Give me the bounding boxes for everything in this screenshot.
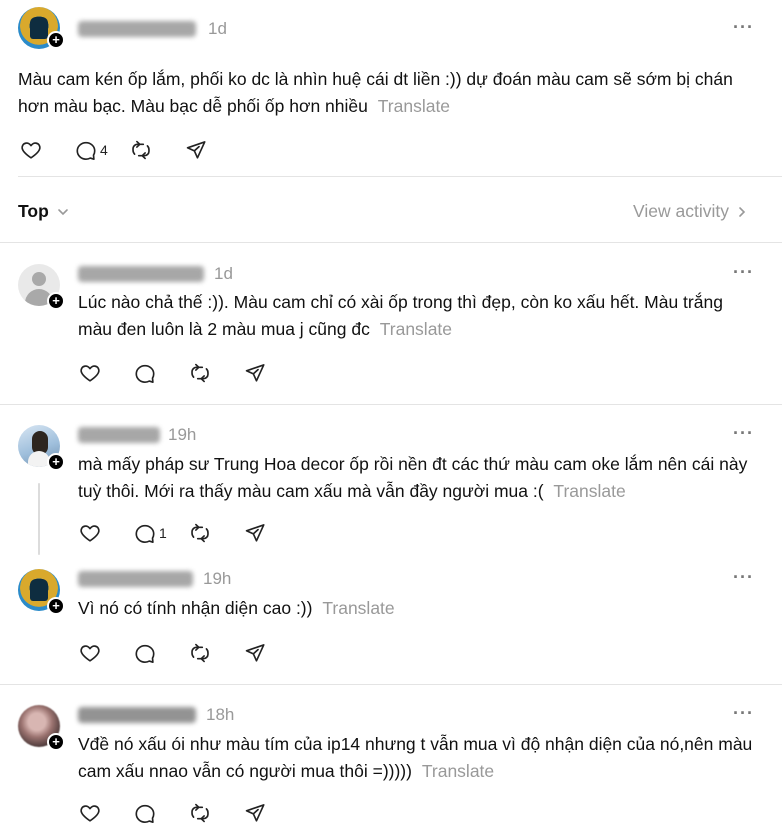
sort-label: Top <box>18 201 49 221</box>
follow-plus-icon[interactable]: + <box>47 733 65 751</box>
translate-link[interactable]: Translate <box>322 598 394 618</box>
repost-icon <box>189 642 211 664</box>
reply-actions <box>79 640 299 666</box>
username-blurred[interactable] <box>78 707 196 723</box>
post-actions: 4 <box>20 137 240 163</box>
repost-button[interactable] <box>189 362 244 384</box>
translate-link[interactable]: Translate <box>422 761 494 781</box>
reply-text: mà mấy pháp sư Trung Hoa decor ốp rồi nề… <box>78 454 748 501</box>
reply-actions <box>79 800 299 826</box>
heart-icon <box>79 802 101 824</box>
translate-link[interactable]: Translate <box>378 96 450 116</box>
reply-actions: 1 <box>79 520 299 546</box>
more-icon[interactable]: ··· <box>733 567 754 588</box>
share-icon <box>244 802 266 824</box>
translate-link[interactable]: Translate <box>380 319 452 339</box>
more-icon[interactable]: ··· <box>733 262 754 283</box>
username-blurred[interactable] <box>78 21 196 37</box>
comment-icon <box>134 802 156 824</box>
post-time: 1d <box>208 19 227 38</box>
like-button[interactable] <box>79 522 134 544</box>
reply-text: Vì nó có tính nhận diện cao :)) Translat… <box>78 598 395 618</box>
username-blurred[interactable] <box>78 266 204 282</box>
view-activity-label: View activity <box>633 201 729 221</box>
like-button[interactable] <box>79 362 134 384</box>
reply-button[interactable] <box>134 802 189 824</box>
reply-count: 4 <box>100 142 108 158</box>
reply-text: Vđề nó xấu ói như màu tím của ip14 nhưng… <box>78 734 753 781</box>
more-icon[interactable]: ··· <box>733 17 754 38</box>
reply-button[interactable]: 1 <box>134 522 189 544</box>
share-icon <box>244 522 266 544</box>
follow-plus-icon[interactable]: + <box>47 597 65 615</box>
share-button[interactable] <box>244 642 299 664</box>
share-button[interactable] <box>244 802 299 824</box>
like-button[interactable] <box>79 642 134 664</box>
repost-icon <box>189 362 211 384</box>
comment-icon <box>134 642 156 664</box>
reply-time: 18h <box>206 705 235 724</box>
like-button[interactable] <box>20 139 75 161</box>
view-activity-link[interactable]: View activity <box>633 201 749 222</box>
comment-icon <box>134 522 156 544</box>
username-blurred[interactable] <box>78 571 193 587</box>
repost-button[interactable] <box>189 522 244 544</box>
repost-icon <box>189 802 211 824</box>
reply-text: Lúc nào chả thế :)). Màu cam chỉ có xài … <box>78 292 723 339</box>
reply-time: 1d <box>214 264 233 283</box>
heart-icon <box>79 642 101 664</box>
repost-button[interactable] <box>189 642 244 664</box>
share-icon <box>244 642 266 664</box>
more-icon[interactable]: ··· <box>733 423 754 444</box>
reply-button[interactable] <box>134 362 189 384</box>
share-button[interactable] <box>244 362 299 384</box>
share-button[interactable] <box>185 139 240 161</box>
divider <box>18 176 782 177</box>
repost-button[interactable] <box>130 139 185 161</box>
reply-button[interactable]: 4 <box>75 139 130 161</box>
comment-icon <box>75 139 97 161</box>
heart-icon <box>79 362 101 384</box>
translate-link[interactable]: Translate <box>553 481 625 501</box>
divider <box>0 404 782 405</box>
like-button[interactable] <box>79 802 134 824</box>
chevron-right-icon <box>739 206 746 217</box>
username-blurred[interactable] <box>78 427 160 443</box>
share-icon <box>185 139 207 161</box>
reply-time: 19h <box>168 425 197 444</box>
follow-plus-icon[interactable]: + <box>47 292 65 310</box>
chevron-down-icon <box>57 208 68 215</box>
divider <box>0 242 782 243</box>
share-button[interactable] <box>244 522 299 544</box>
post-text: Màu cam kén ốp lắm, phối ko dc là nhìn h… <box>18 69 733 116</box>
repost-icon <box>189 522 211 544</box>
repost-icon <box>130 139 152 161</box>
share-icon <box>244 362 266 384</box>
follow-plus-icon[interactable]: + <box>47 31 65 49</box>
thread-line <box>38 483 40 555</box>
reply-time: 19h <box>203 569 232 588</box>
heart-icon <box>20 139 42 161</box>
sort-dropdown[interactable]: Top <box>18 201 70 222</box>
more-icon[interactable]: ··· <box>733 703 754 724</box>
reply-button[interactable] <box>134 642 189 664</box>
follow-plus-icon[interactable]: + <box>47 453 65 471</box>
comment-icon <box>134 362 156 384</box>
repost-button[interactable] <box>189 802 244 824</box>
divider <box>0 684 782 685</box>
reply-actions <box>79 360 299 386</box>
reply-count: 1 <box>159 525 167 541</box>
heart-icon <box>79 522 101 544</box>
